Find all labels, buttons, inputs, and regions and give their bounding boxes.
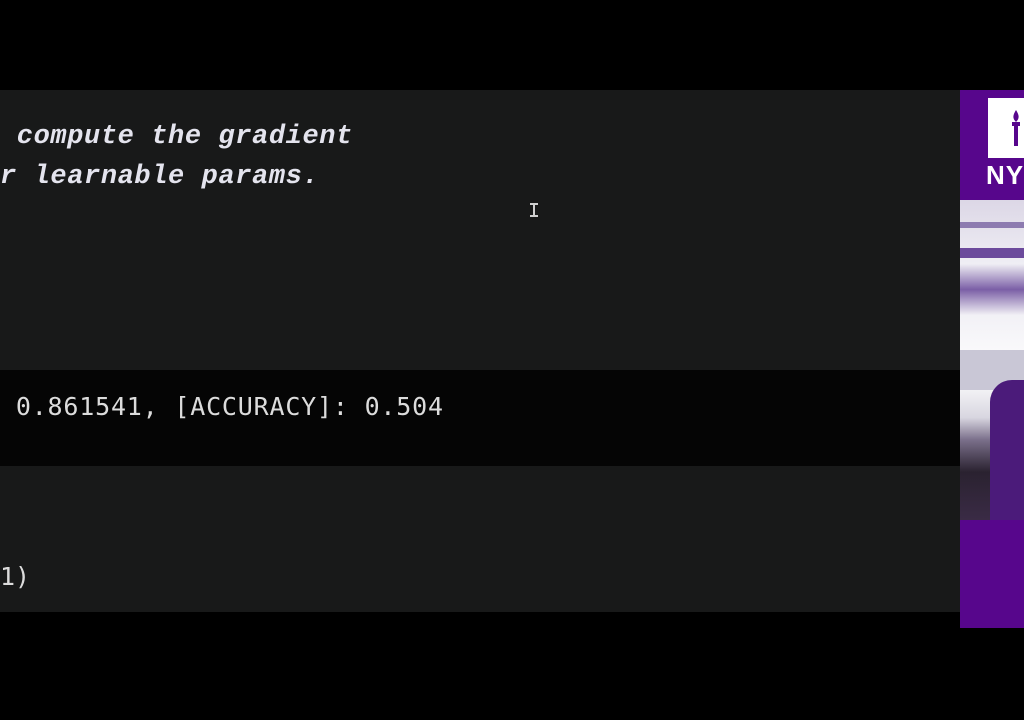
webcam-panel: NYU xyxy=(960,90,1024,628)
torch-icon xyxy=(1012,110,1020,146)
code-cell[interactable]: compute the gradient r learnable params. xyxy=(0,90,960,370)
code-comment-line: compute the gradient xyxy=(0,122,353,152)
text-cursor-icon xyxy=(530,203,538,217)
output-cell: 0.861541, [ACCURACY]: 0.504 xyxy=(0,370,960,466)
video-feed xyxy=(960,200,1024,520)
code-cell[interactable]: 1) xyxy=(0,466,960,612)
video-detail xyxy=(960,222,1024,228)
notebook-area: compute the gradient r learnable params.… xyxy=(0,90,960,612)
code-line: 1) xyxy=(0,562,31,591)
code-comment-line: r learnable params. xyxy=(0,162,320,192)
logo-text: NYU xyxy=(986,160,1024,190)
nyu-logo: NYU xyxy=(960,90,1024,200)
video-detail xyxy=(960,248,1024,258)
panel-footer xyxy=(960,520,1024,628)
presenter-figure xyxy=(990,380,1024,520)
output-text: 0.861541, [ACCURACY]: 0.504 xyxy=(0,392,444,421)
